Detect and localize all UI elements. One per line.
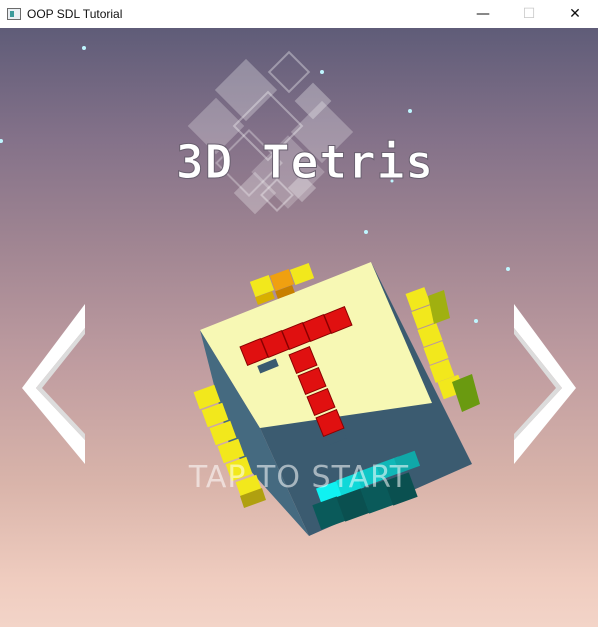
game-canvas[interactable]: 3D Tetris TAP TO START — [0, 28, 598, 627]
maximize-button[interactable]: ☐ — [506, 0, 552, 28]
minimize-button[interactable]: — — [460, 0, 506, 28]
chevron-left-icon[interactable] — [22, 304, 85, 464]
tap-to-start-prompt[interactable]: TAP TO START — [0, 460, 598, 495]
title-bar[interactable]: OOP SDL Tutorial — ☐ ✕ — [0, 0, 598, 28]
window-controls: — ☐ ✕ — [460, 0, 598, 28]
app-window: OOP SDL Tutorial — ☐ ✕ 3D Tetris TAP TO … — [0, 0, 598, 627]
app-window-icon — [7, 8, 21, 20]
chevron-right-icon[interactable] — [514, 304, 576, 464]
window-title: OOP SDL Tutorial — [27, 7, 123, 21]
game-scene: 3D Tetris — [0, 46, 576, 536]
close-button[interactable]: ✕ — [552, 0, 598, 28]
game-logo: 3D Tetris — [176, 135, 434, 189]
logo-diamond-pattern — [187, 50, 354, 215]
